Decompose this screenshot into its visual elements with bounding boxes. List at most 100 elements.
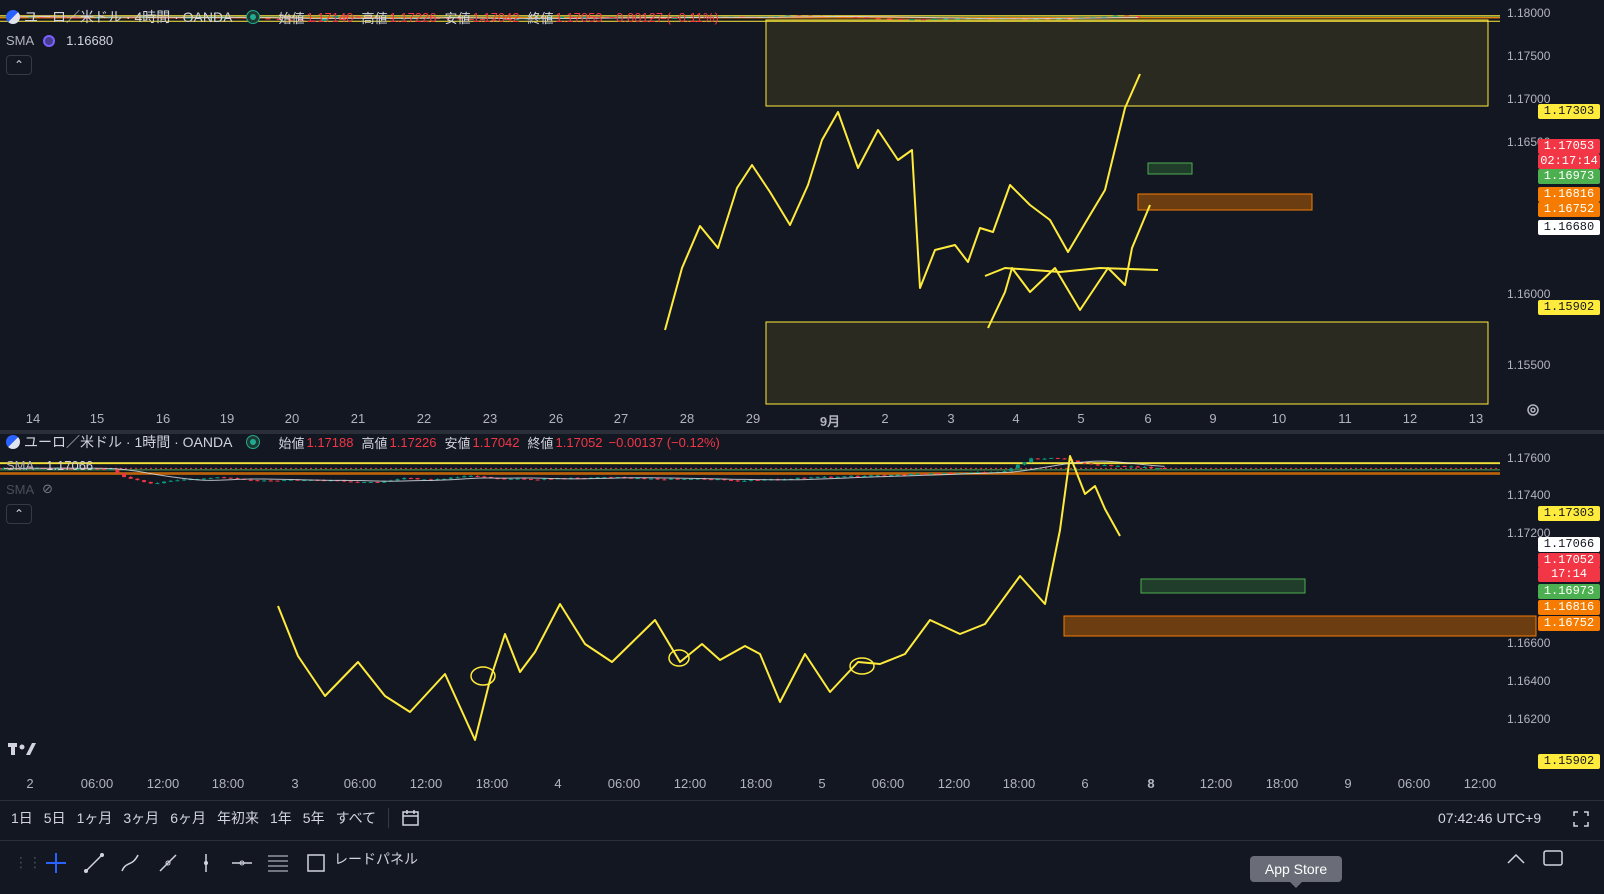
range-ytd-button[interactable]: 年初来 [217, 808, 259, 828]
price-label-red: 1.17052 [1538, 553, 1600, 568]
chevron-up-icon: ⌃ [13, 58, 25, 72]
candle-body [1109, 465, 1114, 467]
tradingview-logo-icon[interactable] [8, 740, 42, 763]
candle-body [1162, 468, 1167, 470]
range-5d-button[interactable]: 5日 [44, 808, 66, 828]
sma-label: SMA [6, 458, 35, 473]
time-tick: 29 [745, 411, 761, 426]
time-tick: 6 [1081, 776, 1089, 791]
rectangle-tool-icon[interactable] [304, 851, 326, 873]
price-label-orange: 1.16752 [1538, 616, 1600, 631]
time-tick: 27 [613, 411, 629, 426]
range-all-button[interactable]: すべて [336, 808, 376, 828]
candle-body [1035, 458, 1040, 460]
freehand-annotation [277, 455, 1121, 741]
chart-canvas-4h[interactable] [0, 0, 1604, 430]
time-tick: 13 [1468, 411, 1484, 426]
range-1d-button[interactable]: 1日 [11, 808, 33, 828]
range-6m-button[interactable]: 6ヶ月 [170, 808, 206, 828]
price-label-yellow: 1.17303 [1538, 104, 1600, 119]
sma-legend-1h[interactable]: SMA 1.17066 [6, 458, 93, 473]
candle-body [475, 475, 480, 477]
drag-handle-icon[interactable]: ⋮⋮ [14, 851, 42, 873]
price-label-white: 1.16680 [1538, 220, 1600, 235]
candle-body [275, 480, 280, 482]
candle-body [502, 478, 507, 480]
candle-body [875, 475, 880, 477]
candle-body [102, 468, 107, 470]
price-tick: 1.16400 [1507, 674, 1551, 688]
sma-refresh-icon[interactable] [42, 34, 56, 48]
time-tick: 10 [1271, 411, 1287, 426]
candle-body [1082, 462, 1087, 464]
time-tick: 5 [818, 776, 826, 791]
time-tick: 12:00 [673, 776, 707, 791]
candle-body [655, 478, 660, 480]
candle-body [1155, 468, 1160, 470]
ohlc-low-value: 1.17042 [472, 434, 520, 450]
chart-pane-4h[interactable]: ユーロ／米ドル · 4時間 · OANDA 始値 1.17140 高値 1.1722… [0, 0, 1604, 430]
ohlc-open-value: 1.17188 [306, 434, 354, 450]
chevron-up-icon[interactable] [1506, 851, 1526, 865]
candle-body [809, 477, 814, 479]
calendar-goto-icon[interactable] [401, 809, 421, 827]
candle-body [482, 476, 487, 478]
orange-zone-rect [1063, 615, 1537, 637]
candle-body [1002, 471, 1007, 473]
candle-body [829, 476, 834, 478]
market-status-icon [246, 435, 261, 449]
candle-body [735, 480, 740, 482]
time-tick: 16 [155, 411, 171, 426]
range-5y-button[interactable]: 5年 [303, 808, 325, 828]
settings-gear-icon[interactable] [1525, 402, 1541, 418]
hidden-eye-icon[interactable]: ⊘ [42, 481, 53, 497]
chart-canvas-1h[interactable] [0, 434, 1604, 810]
candle-body [842, 476, 847, 478]
candle-body [142, 480, 147, 482]
crosshair-icon[interactable] [44, 851, 66, 873]
trade-panel-button[interactable]: レードパネル [334, 849, 418, 869]
range-1m-button[interactable]: 1ヶ月 [77, 808, 113, 828]
horizontal-ray-icon[interactable] [230, 851, 252, 873]
collapse-legend-button[interactable]: ⌃ [6, 504, 32, 524]
candle-body [1102, 465, 1107, 467]
range-1y-button[interactable]: 1年 [270, 808, 292, 828]
ohlc-close-value: 1.17052 [555, 434, 603, 450]
vertical-line-icon[interactable] [194, 851, 216, 873]
candle-body [675, 478, 680, 480]
candle-body [669, 478, 673, 480]
green-zone-rect [1140, 578, 1306, 594]
fullscreen-icon[interactable] [1572, 810, 1590, 828]
chevron-up-icon: ⌃ [13, 507, 25, 521]
price-label-white: 1.17066 [1538, 537, 1600, 552]
price-label-orange: 1.16816 [1538, 187, 1600, 202]
time-tick: 06:00 [1397, 776, 1431, 791]
time-tick: 18:00 [475, 776, 509, 791]
time-tick: 5 [1077, 411, 1085, 426]
candle-body [162, 481, 167, 484]
price-label-orange: 1.16752 [1538, 202, 1600, 217]
candle-body [535, 479, 540, 481]
time-tick: 4 [554, 776, 562, 791]
layout-panel-icon[interactable] [1542, 849, 1564, 867]
chart-pane-1h[interactable]: ユーロ／米ドル · 1時間 · OANDA 始値 1.17188 高値 1.1722… [0, 434, 1604, 810]
price-tick: 1.17600 [1507, 451, 1551, 465]
sma-legend-4h[interactable]: SMA 1.16680 [6, 33, 113, 48]
range-3m-button[interactable]: 3ヶ月 [123, 808, 159, 828]
symbol-title-1h[interactable]: ユーロ／米ドル · 1時間 · OANDA [24, 432, 232, 452]
candle-body [855, 475, 860, 477]
fib-retracement-icon[interactable] [266, 851, 288, 873]
collapse-legend-button[interactable]: ⌃ [6, 55, 32, 75]
trendline-icon[interactable] [82, 851, 104, 873]
sma2-legend-1h[interactable]: SMA ⊘ [6, 481, 53, 497]
symbol-title-4h[interactable]: ユーロ／米ドル · 4時間 · OANDA [24, 7, 232, 27]
pitchfork-icon[interactable] [156, 851, 178, 873]
price-tick: 1.17400 [1507, 488, 1551, 502]
time-tick: 11 [1338, 411, 1352, 426]
clock-timezone[interactable]: 07:42:46 UTC+9 [1438, 810, 1541, 826]
candle-body [689, 478, 694, 480]
candle-body [1029, 458, 1034, 463]
ohlc-close-value: 1.17053 [555, 9, 603, 25]
time-tick: 3 [291, 776, 299, 791]
brush-icon[interactable] [118, 851, 140, 873]
